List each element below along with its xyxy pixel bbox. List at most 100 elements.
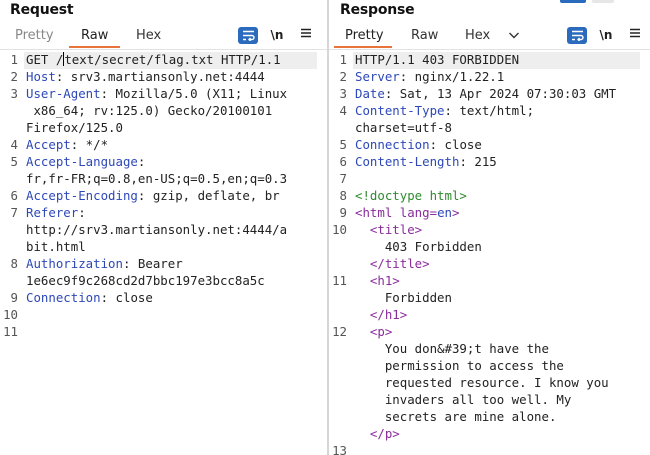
code-line: <p> — [355, 324, 392, 339]
code-line: fr,fr-FR;q=0.8,en-US;q=0.5,en;q=0.3 — [26, 171, 287, 186]
code-line: Authorization: Bearer — [26, 256, 183, 271]
request-editor[interactable]: 1 GET /text/secret/flag.txt HTTP/1.1 2 Host… — [0, 52, 327, 455]
code-token: Host — [26, 69, 56, 84]
line-number: 2 — [10, 69, 18, 84]
newline-icon[interactable]: \n — [269, 28, 285, 46]
code-token: : */* — [70, 137, 109, 152]
code-line: Date: Sat, 13 Apr 2024 07:30:03 GMT — [355, 86, 616, 101]
tab-request-hex[interactable]: Hex — [136, 28, 161, 48]
line-number: 1 — [339, 52, 347, 67]
code-token: invaders all too well. My — [355, 392, 572, 407]
tab-response-raw[interactable]: Raw — [411, 28, 438, 48]
code-token: en — [437, 205, 452, 220]
code-token: Server — [355, 69, 400, 84]
code-token: : gzip, deflate, br — [137, 188, 280, 203]
code-line: requested resource. I know you — [355, 375, 609, 390]
code-line: You don&#39;t have the — [355, 341, 549, 356]
code-token: Connection — [26, 290, 101, 305]
code-line: http://srv3.martiansonly.net:4444/a — [26, 222, 287, 237]
code-token: Content-Length — [355, 154, 460, 169]
code-token: permission to access the — [355, 358, 564, 373]
code-line: Accept-Language: — [26, 154, 145, 169]
tab-response-pretty[interactable]: Pretty — [334, 28, 392, 48]
line-number: 8 — [10, 256, 18, 271]
request-pane: Request Pretty Raw Hex \n 1 GET /text/sec… — [0, 0, 327, 455]
line-number: 5 — [10, 154, 18, 169]
code-token: charset=utf-8 — [355, 120, 452, 135]
tab-request-raw[interactable]: Raw — [69, 28, 120, 48]
chevron-down-icon[interactable] — [507, 29, 521, 47]
newline-icon[interactable]: \n — [598, 28, 614, 46]
code-token: Connection — [355, 137, 430, 152]
line-number: 5 — [339, 137, 347, 152]
code-token: : — [78, 205, 86, 220]
line-number: 13 — [332, 443, 347, 455]
line-number: 4 — [10, 137, 18, 152]
code-token: : close — [429, 137, 482, 152]
line-number: 3 — [10, 86, 18, 101]
menu-icon[interactable] — [298, 27, 314, 45]
code-line: invaders all too well. My — [355, 392, 572, 407]
code-token: <!doctype html> — [355, 188, 467, 203]
code-line: </p> — [355, 426, 400, 441]
request-tab-divider — [0, 49, 327, 50]
word-wrap-icon[interactable] — [567, 27, 587, 44]
code-line: permission to access the — [355, 358, 564, 373]
code-token: fr,fr-FR;q=0.8,en-US;q=0.5,en;q=0.3 — [26, 171, 288, 186]
tab-response-hex[interactable]: Hex — [465, 28, 490, 48]
tab-request-pretty[interactable]: Pretty — [15, 28, 54, 48]
code-line: Accept-Encoding: gzip, deflate, br — [26, 188, 280, 203]
code-line: User-Agent: Mozilla/5.0 (X11; Linux — [26, 86, 287, 101]
code-token: </h1> — [369, 307, 408, 322]
code-token: 1e6ec9f9c268cd2d7bbc197e3bcc8a5c — [26, 273, 265, 288]
code-token: : nginx/1.22.1 — [399, 69, 505, 84]
response-editor[interactable]: 1 HTTP/1.1 403 FORBIDDEN 2 Server: nginx/1.… — [329, 52, 650, 455]
code-token: </title> — [369, 256, 430, 271]
code-line: Host: srv3.martiansonly.net:4444 — [26, 69, 265, 84]
line-number: 2 — [339, 69, 347, 84]
line-number: 9 — [339, 205, 347, 220]
line-number: 10 — [332, 222, 347, 237]
code-line: Forbidden — [355, 290, 452, 305]
code-token: You don&#39;t have the — [355, 341, 549, 356]
code-token: : — [137, 154, 146, 169]
code-line: </title> — [355, 256, 430, 271]
code-token: bit.html — [26, 239, 86, 254]
code-token: : srv3.martiansonly.net:4444 — [55, 69, 265, 84]
line-number: 6 — [339, 154, 347, 169]
code-token: Date — [355, 86, 385, 101]
code-token: secrets are mine alone. — [355, 409, 557, 424]
code-line: HTTP/1.1 403 FORBIDDEN — [355, 52, 519, 67]
line-number: 8 — [339, 188, 347, 203]
code-token: Firefox/125.0 — [26, 120, 123, 135]
code-token: </p> — [369, 426, 400, 441]
code-token: User-Agent — [26, 86, 101, 101]
code-token: HTTP/1.1 403 FORBIDDEN — [355, 52, 520, 67]
line-number: 9 — [10, 290, 18, 305]
code-token: requested resource. I know you — [355, 375, 609, 390]
word-wrap-icon[interactable] — [238, 27, 258, 44]
code-line: 403 Forbidden — [355, 239, 482, 254]
code-line: secrets are mine alone. — [355, 409, 557, 424]
code-token: : Sat, 13 Apr 2024 07:30:03 GMT — [384, 86, 617, 101]
menu-icon[interactable] — [627, 27, 643, 45]
line-number: 7 — [10, 205, 18, 220]
line-number: 7 — [339, 171, 347, 186]
code-token: Accept-Language — [26, 154, 138, 169]
code-token: Authorization — [26, 256, 123, 271]
code-line: <html lang=en> — [355, 205, 459, 220]
code-line: Connection: close — [355, 137, 482, 152]
code-line: <h1> — [355, 273, 400, 288]
code-token: Accept — [26, 137, 71, 152]
response-indicator-secondary — [592, 0, 614, 3]
line-number: 6 — [10, 188, 18, 203]
response-title: Response — [340, 2, 415, 18]
response-tab-divider — [329, 49, 650, 50]
code-line: GET /text/secret/flag.txt HTTP/1.1 — [26, 52, 281, 67]
code-line: 1e6ec9f9c268cd2d7bbc197e3bcc8a5c — [26, 273, 265, 288]
line-number: 1 — [10, 52, 18, 67]
code-line: <title> — [355, 222, 422, 237]
code-token: Content-Type — [355, 103, 445, 118]
line-number: 11 — [332, 273, 347, 288]
